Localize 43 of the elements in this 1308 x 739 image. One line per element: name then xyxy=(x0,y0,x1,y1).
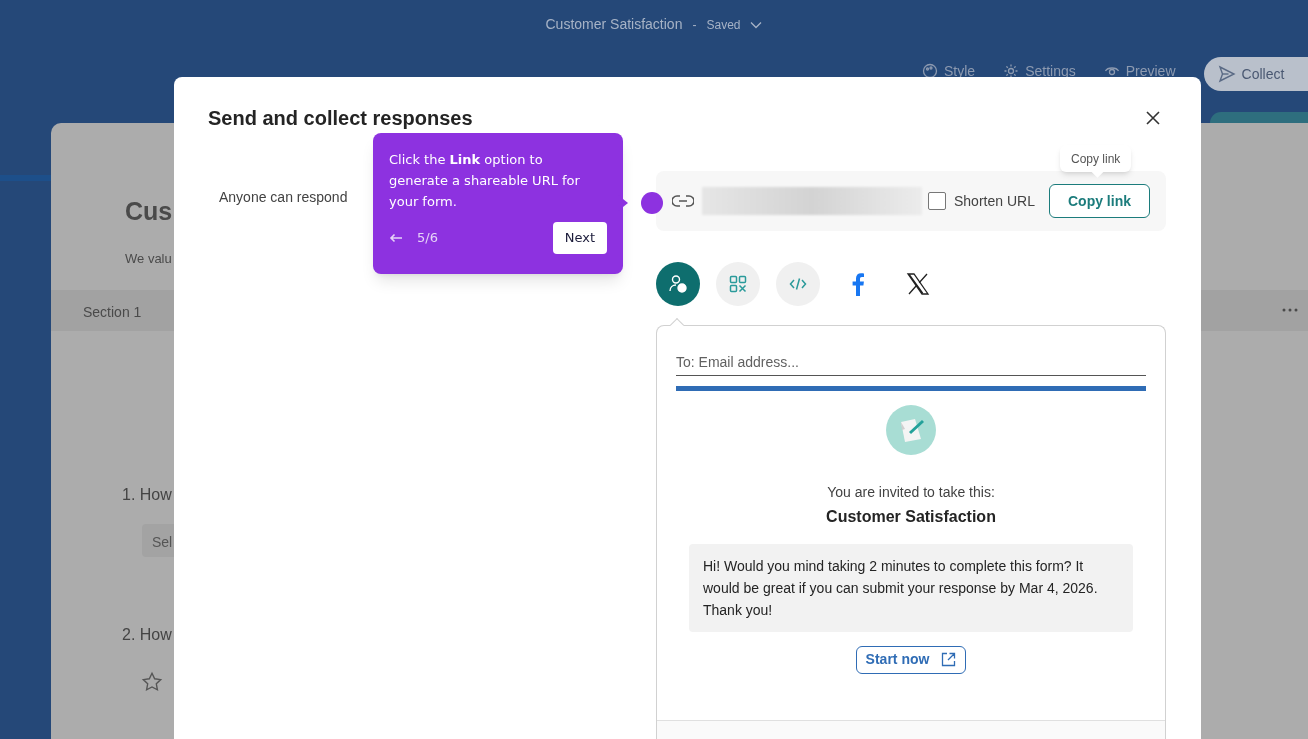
start-now-button[interactable]: Start now xyxy=(855,645,967,674)
question-label: 1. How xyxy=(122,485,172,505)
email-field[interactable]: To: Email address... xyxy=(676,349,1146,376)
invite-form-title: Customer Satisfaction xyxy=(826,506,996,527)
tour-text: Click the Link option to generate a shareable URL for your form. xyxy=(389,151,581,211)
toolbar-button[interactable]: Settings xyxy=(1003,57,1076,91)
form-title: Customer Satisfaction xyxy=(545,15,683,34)
invite-message: Hi! Would you mind taking 2 minutes to complete this form? It would be great if you can submit your response by Mar 4, 2026. Thank you! xyxy=(689,543,1133,632)
share-option-button[interactable] xyxy=(656,262,700,306)
audience-label: Anyone can respond xyxy=(219,188,348,207)
star-icon[interactable] xyxy=(141,671,163,693)
back-arrow-icon[interactable] xyxy=(389,233,403,243)
checkbox[interactable] xyxy=(928,192,946,210)
copy-link-button[interactable]: Copy link xyxy=(1049,184,1150,218)
section-label: Section 1 xyxy=(83,303,142,322)
palette-icon xyxy=(922,63,938,79)
toolbar-button[interactable]: Style xyxy=(922,57,976,91)
next-button[interactable]: Next xyxy=(552,222,607,254)
qr-code-icon xyxy=(729,275,747,293)
close-icon[interactable] xyxy=(1145,110,1161,126)
person-arrow-icon xyxy=(668,274,688,294)
tour-step: 5/6 xyxy=(417,228,438,248)
link-icon xyxy=(672,194,694,208)
invite-text: You are invited to take this: xyxy=(827,482,995,502)
chevron-down-icon[interactable] xyxy=(750,20,763,29)
settings-icon xyxy=(1003,63,1020,79)
form-heading: Cus xyxy=(125,196,173,227)
form-description: We valu xyxy=(125,250,172,268)
title-separator: - xyxy=(692,16,697,34)
send-icon xyxy=(1217,65,1236,83)
more-icon[interactable] xyxy=(1282,308,1298,312)
question-label: 2. How xyxy=(122,625,172,645)
code-icon xyxy=(789,277,807,291)
checkbox-label: Shorten URL xyxy=(954,191,1035,211)
external-link-icon xyxy=(941,652,957,668)
toolbar-button[interactable]: Preview xyxy=(1103,57,1176,91)
x-logo-icon xyxy=(906,272,930,296)
save-status: Saved xyxy=(706,16,741,34)
collect-button[interactable]: Collect xyxy=(1203,57,1308,91)
form-pencil-icon xyxy=(886,404,936,455)
copy-link-tooltip: Copy link xyxy=(1060,145,1132,172)
dialog-title: Send and collect responses xyxy=(208,106,473,131)
facebook-icon xyxy=(852,272,864,296)
